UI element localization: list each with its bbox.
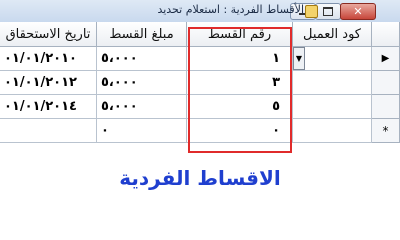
column-header-due-date[interactable]: تاريخ الاستحقاق <box>0 22 97 47</box>
column-header-customer-code[interactable]: كود العميل <box>293 22 372 47</box>
maximize-button[interactable] <box>315 3 341 20</box>
due-date-cell[interactable]: ٠١/٠١/٢٠١٠ <box>0 47 97 71</box>
customer-code-combo[interactable]: ▼ <box>293 47 372 71</box>
amount-cell[interactable]: ٠ <box>97 119 187 143</box>
installment-no-cell[interactable]: ٣ <box>187 71 293 95</box>
datasheet-grid: تاريخ الاستحقاق مبلغ القسط رقم القسط كود… <box>0 22 400 154</box>
customer-code-cell[interactable] <box>293 95 372 119</box>
window-title-bar: ✕ الأقساط الفردية : استعلام تحديد <box>0 0 400 23</box>
column-header-amount[interactable]: مبلغ القسط <box>97 22 187 47</box>
select-all-corner[interactable] <box>372 22 400 47</box>
close-icon: ✕ <box>353 5 363 18</box>
amount-cell[interactable]: ٥،٠٠٠ <box>97 95 187 119</box>
installment-no-cell[interactable]: ٠ <box>187 119 293 143</box>
row-selector[interactable] <box>372 71 400 95</box>
due-date-cell[interactable]: ٠١/٠١/٢٠١٤ <box>0 95 97 119</box>
row-selector[interactable] <box>372 95 400 119</box>
due-date-cell[interactable] <box>0 119 97 143</box>
installment-no-cell[interactable]: ١ <box>187 47 293 71</box>
dropdown-arrow-icon[interactable]: ▼ <box>293 47 305 70</box>
app-icon <box>305 5 318 18</box>
close-button[interactable]: ✕ <box>340 3 376 20</box>
customer-code-cell[interactable] <box>293 71 372 95</box>
new-record-selector[interactable]: * <box>372 119 400 143</box>
amount-cell[interactable]: ٥،٠٠٠ <box>97 71 187 95</box>
customer-code-cell[interactable] <box>293 119 372 143</box>
column-header-installment-no[interactable]: رقم القسط <box>187 22 293 47</box>
amount-cell[interactable]: ٥،٠٠٠ <box>97 47 187 71</box>
installment-no-cell[interactable]: ٥ <box>187 95 293 119</box>
caption-label: الاقساط الفردية <box>119 166 281 190</box>
row-selector-current[interactable]: ▶ <box>372 47 400 71</box>
window-title: الأقساط الفردية : استعلام تحديد <box>157 3 304 16</box>
due-date-cell[interactable]: ٠١/٠١/٢٠١٢ <box>0 71 97 95</box>
maximize-icon <box>316 4 340 19</box>
